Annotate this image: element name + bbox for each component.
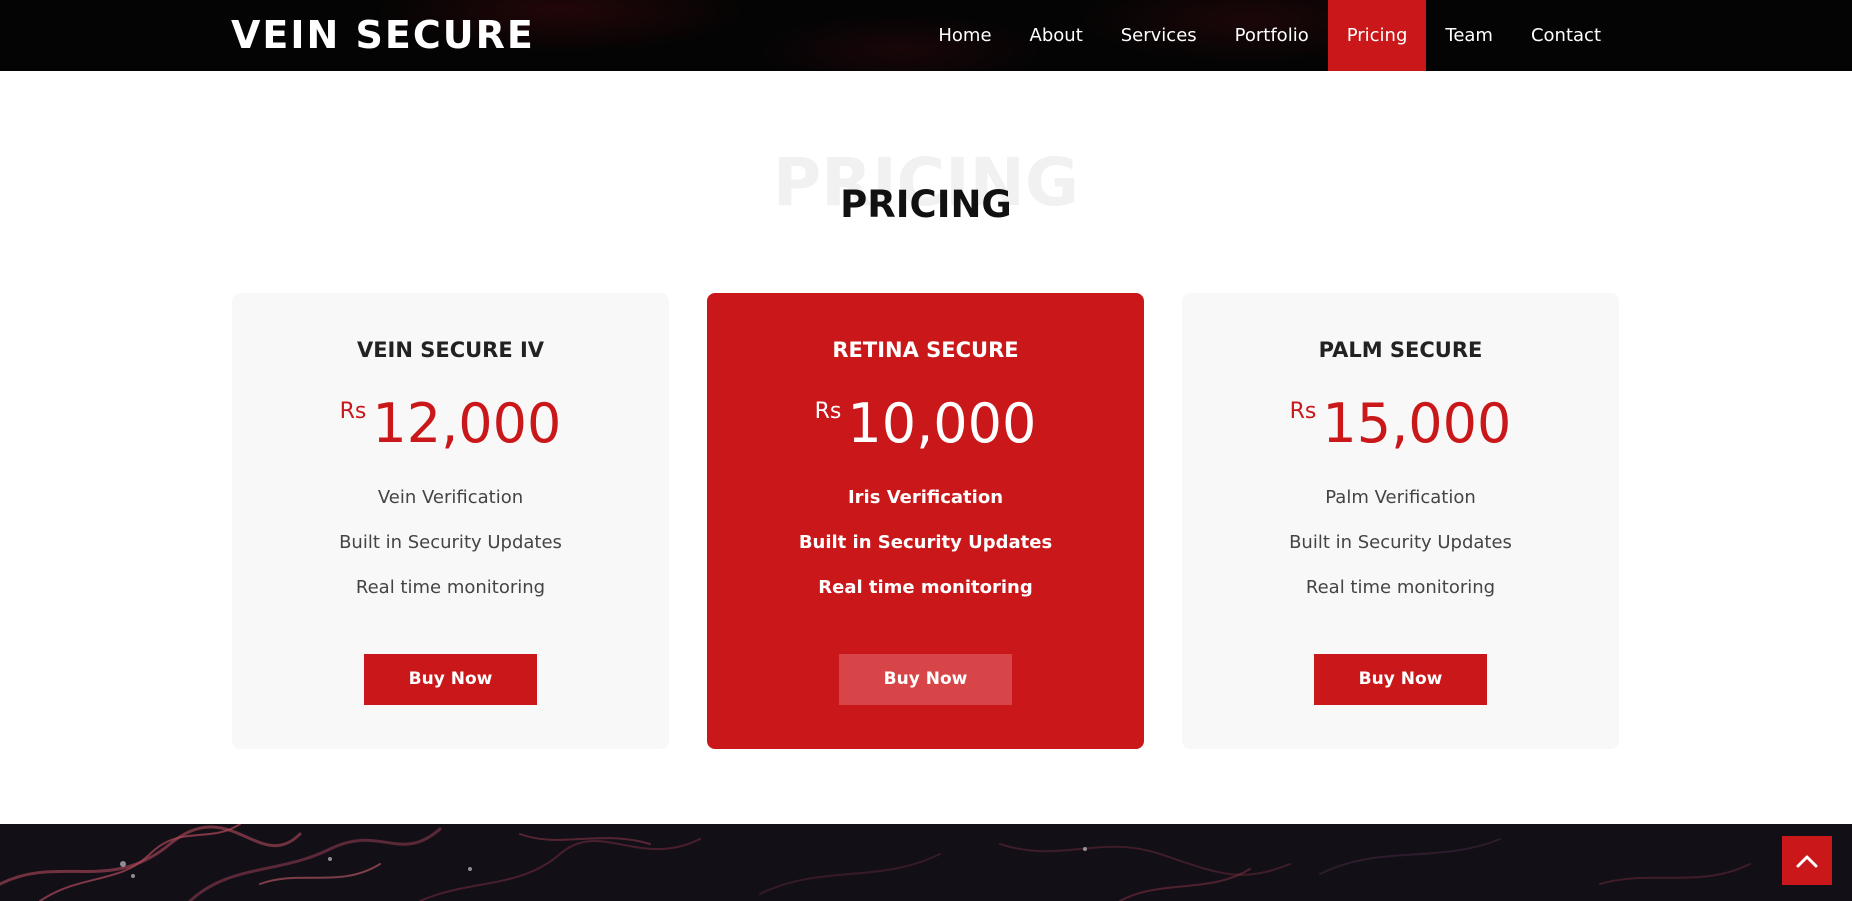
plan-feature: Real time monitoring <box>1305 577 1496 598</box>
navbar: VEIN SECURE Home About Services Portfoli… <box>0 0 1852 71</box>
buy-now-button[interactable]: Buy Now <box>1314 654 1487 705</box>
plan-features: Vein Verification Built in Security Upda… <box>232 475 669 610</box>
chevron-up-icon <box>1796 855 1818 867</box>
plan-price: Rs 10,000 <box>707 391 1144 457</box>
price-currency: Rs <box>1289 399 1317 424</box>
plan-feature: Palm Verification <box>1325 487 1476 508</box>
nav-item-team[interactable]: Team <box>1426 0 1512 71</box>
pricing-card-retina: RETINA SECURE Rs 10,000 Iris Verificatio… <box>707 293 1144 749</box>
section-title: PRICING <box>840 183 1012 226</box>
price-amount: 10,000 <box>847 392 1037 455</box>
pricing-card-vein: VEIN SECURE IV Rs 12,000 Vein Verificati… <box>232 293 669 749</box>
buy-now-button[interactable]: Buy Now <box>839 654 1012 705</box>
nav-menu: Home About Services Portfolio Pricing Te… <box>919 0 1620 71</box>
nav-item-pricing[interactable]: Pricing <box>1327 0 1427 71</box>
plan-feature: Iris Verification <box>847 487 1004 508</box>
buy-now-button[interactable]: Buy Now <box>364 654 537 705</box>
plan-feature: Vein Verification <box>377 487 524 508</box>
plan-features: Palm Verification Built in Security Upda… <box>1182 475 1619 610</box>
plan-name: RETINA SECURE <box>832 338 1019 362</box>
price-currency: Rs <box>339 399 367 424</box>
plan-features: Iris Verification Built in Security Upda… <box>707 475 1144 610</box>
nav-item-home[interactable]: Home <box>919 0 1010 71</box>
plan-price: Rs 15,000 <box>1182 391 1619 457</box>
brand-logo[interactable]: VEIN SECURE <box>231 13 535 57</box>
plan-feature: Built in Security Updates <box>1289 532 1512 553</box>
plan-feature: Real time monitoring <box>355 577 546 598</box>
plan-name: PALM SECURE <box>1318 338 1483 362</box>
plan-feature: Real time monitoring <box>818 577 1033 598</box>
price-currency: Rs <box>814 399 842 424</box>
nav-item-contact[interactable]: Contact <box>1512 0 1620 71</box>
plan-feature: Built in Security Updates <box>339 532 562 553</box>
price-amount: 12,000 <box>372 392 562 455</box>
next-section-background <box>0 824 1852 901</box>
nav-item-about[interactable]: About <box>1011 0 1102 71</box>
back-to-top-button[interactable] <box>1782 836 1832 885</box>
nav-item-services[interactable]: Services <box>1102 0 1216 71</box>
plan-price: Rs 12,000 <box>232 391 669 457</box>
price-amount: 15,000 <box>1322 392 1512 455</box>
pricing-card-palm: PALM SECURE Rs 15,000 Palm Verification … <box>1182 293 1619 749</box>
vein-pattern-image <box>0 824 1751 901</box>
plan-name: VEIN SECURE IV <box>356 338 545 362</box>
plan-feature: Built in Security Updates <box>798 532 1053 553</box>
nav-item-portfolio[interactable]: Portfolio <box>1216 0 1328 71</box>
